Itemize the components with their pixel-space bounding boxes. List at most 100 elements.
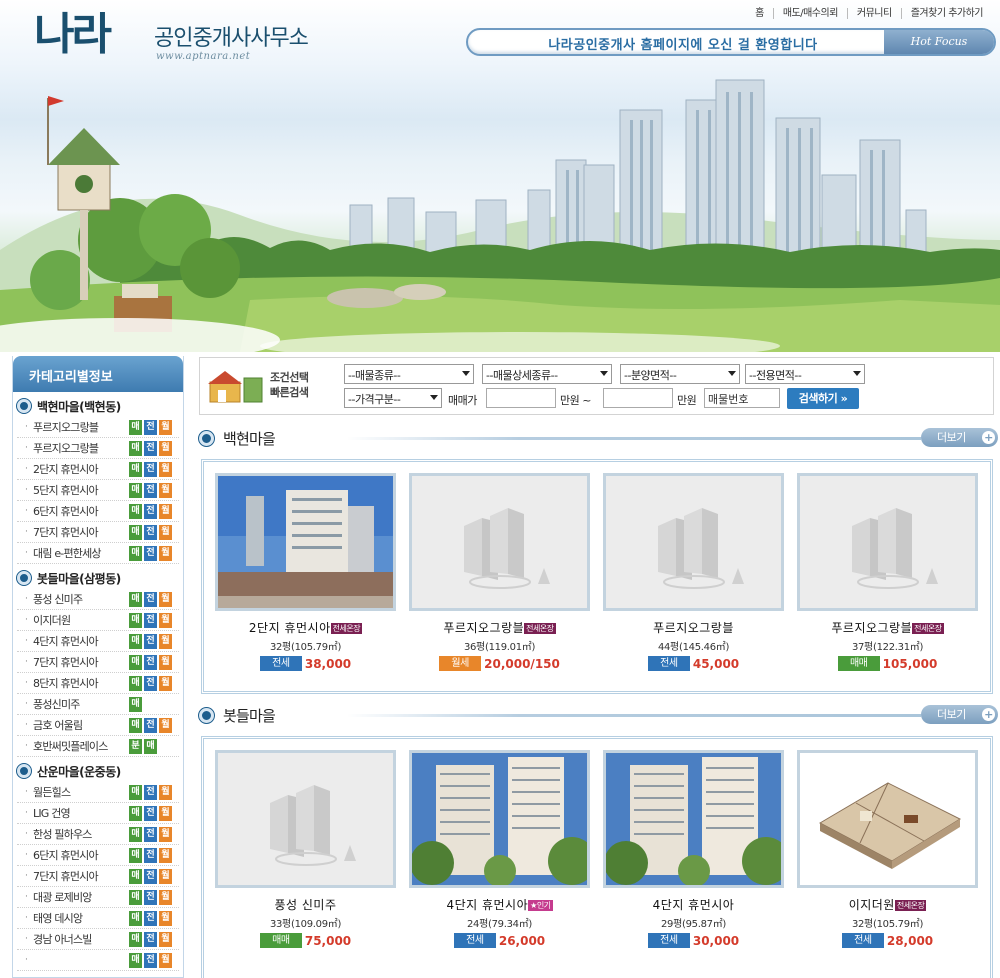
sidebar-item[interactable]: · 한성 필하우스 매 전 월 [17,824,179,845]
sidebar-item[interactable]: · 대림 e-편한세상 매 전 월 [17,543,179,564]
sale-badge[interactable]: 매 [129,805,142,821]
sale-badge[interactable]: 매 [129,440,142,456]
jeonse-badge[interactable]: 전 [144,868,157,884]
rent-badge[interactable]: 월 [159,717,172,733]
jeonse-badge[interactable]: 전 [144,910,157,926]
jeonse-badge[interactable]: 전 [144,633,157,649]
listing-title[interactable]: 푸르지오그랑블 [603,619,784,636]
price-kind-select[interactable]: --가격구분-- [344,388,442,408]
jeonse-badge[interactable]: 전 [144,826,157,842]
rent-badge[interactable]: 월 [159,461,172,477]
site-logo[interactable]: 나라 공인중개사사무소 www.aptnara.net [34,8,334,70]
rent-badge[interactable]: 월 [159,612,172,628]
listing-thumbnail[interactable] [409,473,590,611]
listing-title[interactable]: 이지더원 전세온장 [797,896,978,913]
sidebar-item[interactable]: · LIG 건영 매 전 월 [17,803,179,824]
min-price-input[interactable] [486,388,556,408]
rent-badge[interactable]: 월 [159,868,172,884]
sidebar-item[interactable]: · 월든힐스 매 전 월 [17,782,179,803]
sale-badge[interactable]: 매 [129,931,142,947]
sidebar-group-title[interactable]: 산운마을(운중동) [13,760,183,782]
sidebar-item[interactable]: · 풍성 신미주 매 전 월 [17,589,179,610]
jeonse-badge[interactable]: 전 [144,675,157,691]
jeonse-badge[interactable]: 전 [144,545,157,561]
rent-badge[interactable]: 월 [159,654,172,670]
rent-badge[interactable]: 월 [159,675,172,691]
listing-title[interactable]: 푸르지오그랑블 전세온장 [409,619,590,636]
sidebar-item[interactable]: · 매 전 월 [17,950,179,971]
rent-badge[interactable]: 월 [159,847,172,863]
jeonse-badge[interactable]: 전 [144,440,157,456]
sale-badge[interactable]: 매 [129,826,142,842]
jeonse-badge[interactable]: 전 [144,503,157,519]
sidebar-item[interactable]: · 푸르지오그랑블 매 전 월 [17,438,179,459]
sidebar-group-title[interactable]: 봇들마을(삼평동) [13,567,183,589]
sale-area-select[interactable]: --분양면적-- [620,364,740,384]
sale-badge[interactable]: 매 [129,717,142,733]
nav-community-link[interactable]: 커뮤니티 [846,7,901,19]
more-button[interactable]: 더보기 + [921,428,998,447]
sale-badge[interactable]: 매 [129,675,142,691]
sidebar-item[interactable]: · 호반써밋플레이스 분 매 [17,736,179,757]
nav-request-link[interactable]: 매도/매수의뢰 [772,7,847,19]
sale-badge[interactable]: 매 [129,654,142,670]
rent-badge[interactable]: 월 [159,826,172,842]
listing-thumbnail[interactable] [409,750,590,888]
nav-home-link[interactable]: 홈 [746,8,773,19]
jeonse-badge[interactable]: 전 [144,482,157,498]
rent-badge[interactable]: 월 [159,784,172,800]
sidebar-item[interactable]: · 4단지 휴먼시아 매 전 월 [17,631,179,652]
jeonse-badge[interactable]: 전 [144,654,157,670]
rent-badge[interactable]: 월 [159,419,172,435]
rent-badge[interactable]: 월 [159,805,172,821]
jeonse-badge[interactable]: 전 [144,612,157,628]
listing-title[interactable]: 4단지 휴먼시아 [603,896,784,913]
rent-badge[interactable]: 월 [159,545,172,561]
jeonse-badge[interactable]: 전 [144,931,157,947]
sale-badge[interactable]: 매 [129,503,142,519]
exclusive-area-select[interactable]: --전용면적-- [745,364,865,384]
sale-badge[interactable]: 매 [129,889,142,905]
sale-badge[interactable]: 매 [129,461,142,477]
sidebar-group-title[interactable]: 백현마을(백현동) [13,395,183,417]
sidebar-item[interactable]: · 대광 로제비앙 매 전 월 [17,887,179,908]
sidebar-item[interactable]: · 7단지 휴먼시아 매 전 월 [17,522,179,543]
rent-badge[interactable]: 월 [159,482,172,498]
sale-badge[interactable]: 매 [129,633,142,649]
sidebar-item[interactable]: · 태영 데시앙 매 전 월 [17,908,179,929]
sidebar-item[interactable]: · 6단지 휴먼시아 매 전 월 [17,501,179,522]
jeonse-badge[interactable]: 전 [144,952,157,968]
jeonse-badge[interactable]: 전 [144,805,157,821]
sidebar-item[interactable]: · 푸르지오그랑블 매 전 월 [17,417,179,438]
sale-badge[interactable]: 매 [129,419,142,435]
sale-badge[interactable]: 매 [129,910,142,926]
sidebar-item[interactable]: · 2단지 휴먼시아 매 전 월 [17,459,179,480]
jeonse-badge[interactable]: 전 [144,889,157,905]
sidebar-item[interactable]: · 6단지 휴먼시아 매 전 월 [17,845,179,866]
rent-badge[interactable]: 월 [159,503,172,519]
listing-thumbnail[interactable] [603,750,784,888]
sale-badge[interactable]: 매 [129,591,142,607]
sidebar-item[interactable]: · 금호 어울림 매 전 월 [17,715,179,736]
hot-focus-label[interactable]: Hot Focus [884,30,994,54]
rent-badge[interactable]: 월 [159,910,172,926]
rent-badge[interactable]: 월 [159,591,172,607]
max-price-input[interactable] [603,388,673,408]
listing-title[interactable]: 2단지 휴먼시아 전세온장 [215,619,396,636]
more-button[interactable]: 더보기 + [921,705,998,724]
rent-badge[interactable]: 월 [159,633,172,649]
rent-badge[interactable]: 월 [159,524,172,540]
sale-badge[interactable]: 매 [129,612,142,628]
listing-thumbnail[interactable] [797,750,978,888]
jeonse-badge[interactable]: 전 [144,591,157,607]
presale-badge[interactable]: 분 [129,738,142,754]
listing-thumbnail[interactable] [215,473,396,611]
listing-thumbnail[interactable] [603,473,784,611]
sidebar-item[interactable]: · 7단지 휴먼시아 매 전 월 [17,652,179,673]
jeonse-badge[interactable]: 전 [144,461,157,477]
rent-badge[interactable]: 월 [159,952,172,968]
sale-badge[interactable]: 매 [129,524,142,540]
rent-badge[interactable]: 월 [159,889,172,905]
rent-badge[interactable]: 월 [159,931,172,947]
sale-badge[interactable]: 매 [129,482,142,498]
